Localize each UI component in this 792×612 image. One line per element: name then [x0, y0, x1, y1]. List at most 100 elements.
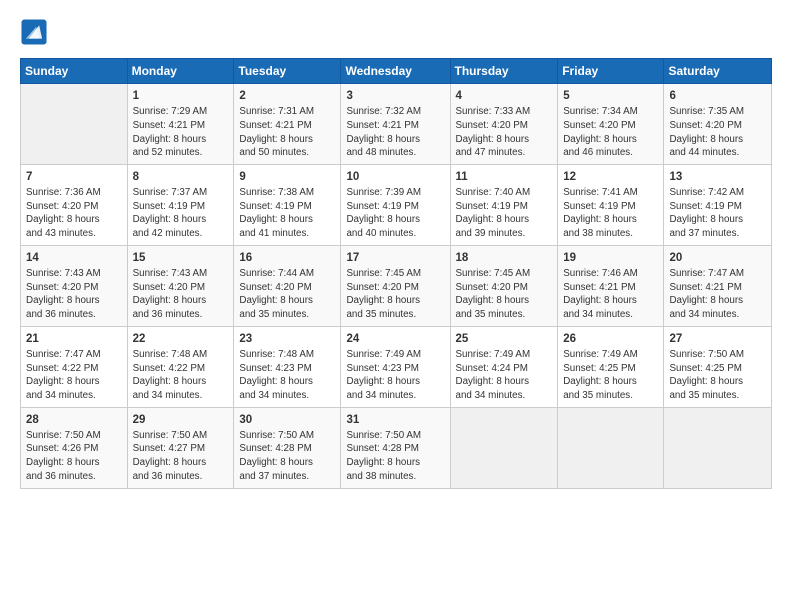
calendar-cell: 14Sunrise: 7:43 AM Sunset: 4:20 PM Dayli…	[21, 245, 128, 326]
calendar-cell: 11Sunrise: 7:40 AM Sunset: 4:19 PM Dayli…	[450, 164, 558, 245]
day-number: 17	[346, 250, 444, 266]
day-info: Sunrise: 7:32 AM Sunset: 4:21 PM Dayligh…	[346, 105, 444, 160]
day-info: Sunrise: 7:45 AM Sunset: 4:20 PM Dayligh…	[346, 267, 444, 322]
calendar-cell: 20Sunrise: 7:47 AM Sunset: 4:21 PM Dayli…	[664, 245, 772, 326]
weekday-header-row: SundayMondayTuesdayWednesdayThursdayFrid…	[21, 59, 772, 84]
day-number: 14	[26, 250, 122, 266]
day-info: Sunrise: 7:39 AM Sunset: 4:19 PM Dayligh…	[346, 186, 444, 241]
calendar-cell: 30Sunrise: 7:50 AM Sunset: 4:28 PM Dayli…	[234, 407, 341, 488]
day-info: Sunrise: 7:43 AM Sunset: 4:20 PM Dayligh…	[26, 267, 122, 322]
weekday-header: Monday	[127, 59, 234, 84]
day-info: Sunrise: 7:41 AM Sunset: 4:19 PM Dayligh…	[563, 186, 658, 241]
day-number: 19	[563, 250, 658, 266]
weekday-header: Wednesday	[341, 59, 450, 84]
calendar-cell: 25Sunrise: 7:49 AM Sunset: 4:24 PM Dayli…	[450, 326, 558, 407]
day-info: Sunrise: 7:50 AM Sunset: 4:26 PM Dayligh…	[26, 429, 122, 484]
calendar-cell: 19Sunrise: 7:46 AM Sunset: 4:21 PM Dayli…	[558, 245, 664, 326]
calendar-week-row: 1Sunrise: 7:29 AM Sunset: 4:21 PM Daylig…	[21, 84, 772, 165]
day-info: Sunrise: 7:49 AM Sunset: 4:23 PM Dayligh…	[346, 348, 444, 403]
calendar-cell: 18Sunrise: 7:45 AM Sunset: 4:20 PM Dayli…	[450, 245, 558, 326]
day-number: 25	[456, 331, 553, 347]
calendar-cell: 26Sunrise: 7:49 AM Sunset: 4:25 PM Dayli…	[558, 326, 664, 407]
logo-icon	[20, 18, 48, 46]
day-info: Sunrise: 7:38 AM Sunset: 4:19 PM Dayligh…	[239, 186, 335, 241]
calendar-cell: 5Sunrise: 7:34 AM Sunset: 4:20 PM Daylig…	[558, 84, 664, 165]
calendar-cell: 12Sunrise: 7:41 AM Sunset: 4:19 PM Dayli…	[558, 164, 664, 245]
calendar-body: 1Sunrise: 7:29 AM Sunset: 4:21 PM Daylig…	[21, 84, 772, 489]
day-info: Sunrise: 7:37 AM Sunset: 4:19 PM Dayligh…	[133, 186, 229, 241]
calendar-cell: 15Sunrise: 7:43 AM Sunset: 4:20 PM Dayli…	[127, 245, 234, 326]
calendar-cell: 23Sunrise: 7:48 AM Sunset: 4:23 PM Dayli…	[234, 326, 341, 407]
calendar-week-row: 7Sunrise: 7:36 AM Sunset: 4:20 PM Daylig…	[21, 164, 772, 245]
day-number: 10	[346, 169, 444, 185]
day-number: 5	[563, 88, 658, 104]
calendar-cell	[664, 407, 772, 488]
day-number: 30	[239, 412, 335, 428]
calendar-cell: 3Sunrise: 7:32 AM Sunset: 4:21 PM Daylig…	[341, 84, 450, 165]
calendar-cell: 21Sunrise: 7:47 AM Sunset: 4:22 PM Dayli…	[21, 326, 128, 407]
calendar-cell: 10Sunrise: 7:39 AM Sunset: 4:19 PM Dayli…	[341, 164, 450, 245]
day-number: 1	[133, 88, 229, 104]
day-number: 28	[26, 412, 122, 428]
day-number: 16	[239, 250, 335, 266]
calendar-cell: 1Sunrise: 7:29 AM Sunset: 4:21 PM Daylig…	[127, 84, 234, 165]
day-number: 13	[669, 169, 766, 185]
day-number: 23	[239, 331, 335, 347]
weekday-header: Sunday	[21, 59, 128, 84]
calendar-cell: 4Sunrise: 7:33 AM Sunset: 4:20 PM Daylig…	[450, 84, 558, 165]
day-number: 12	[563, 169, 658, 185]
day-info: Sunrise: 7:33 AM Sunset: 4:20 PM Dayligh…	[456, 105, 553, 160]
calendar-cell: 22Sunrise: 7:48 AM Sunset: 4:22 PM Dayli…	[127, 326, 234, 407]
calendar-header: SundayMondayTuesdayWednesdayThursdayFrid…	[21, 59, 772, 84]
day-info: Sunrise: 7:34 AM Sunset: 4:20 PM Dayligh…	[563, 105, 658, 160]
day-info: Sunrise: 7:31 AM Sunset: 4:21 PM Dayligh…	[239, 105, 335, 160]
day-info: Sunrise: 7:50 AM Sunset: 4:27 PM Dayligh…	[133, 429, 229, 484]
calendar-cell	[21, 84, 128, 165]
calendar-cell: 13Sunrise: 7:42 AM Sunset: 4:19 PM Dayli…	[664, 164, 772, 245]
day-info: Sunrise: 7:50 AM Sunset: 4:28 PM Dayligh…	[239, 429, 335, 484]
day-info: Sunrise: 7:48 AM Sunset: 4:22 PM Dayligh…	[133, 348, 229, 403]
calendar-cell: 8Sunrise: 7:37 AM Sunset: 4:19 PM Daylig…	[127, 164, 234, 245]
calendar-cell: 9Sunrise: 7:38 AM Sunset: 4:19 PM Daylig…	[234, 164, 341, 245]
day-info: Sunrise: 7:49 AM Sunset: 4:25 PM Dayligh…	[563, 348, 658, 403]
calendar-week-row: 21Sunrise: 7:47 AM Sunset: 4:22 PM Dayli…	[21, 326, 772, 407]
day-number: 11	[456, 169, 553, 185]
calendar-week-row: 28Sunrise: 7:50 AM Sunset: 4:26 PM Dayli…	[21, 407, 772, 488]
day-number: 22	[133, 331, 229, 347]
day-number: 21	[26, 331, 122, 347]
day-number: 3	[346, 88, 444, 104]
day-info: Sunrise: 7:42 AM Sunset: 4:19 PM Dayligh…	[669, 186, 766, 241]
weekday-header: Thursday	[450, 59, 558, 84]
day-number: 29	[133, 412, 229, 428]
calendar-cell	[558, 407, 664, 488]
day-number: 4	[456, 88, 553, 104]
day-number: 15	[133, 250, 229, 266]
calendar-cell: 24Sunrise: 7:49 AM Sunset: 4:23 PM Dayli…	[341, 326, 450, 407]
calendar-cell: 16Sunrise: 7:44 AM Sunset: 4:20 PM Dayli…	[234, 245, 341, 326]
day-info: Sunrise: 7:47 AM Sunset: 4:21 PM Dayligh…	[669, 267, 766, 322]
calendar-cell: 28Sunrise: 7:50 AM Sunset: 4:26 PM Dayli…	[21, 407, 128, 488]
calendar-cell: 7Sunrise: 7:36 AM Sunset: 4:20 PM Daylig…	[21, 164, 128, 245]
calendar-cell: 27Sunrise: 7:50 AM Sunset: 4:25 PM Dayli…	[664, 326, 772, 407]
day-info: Sunrise: 7:40 AM Sunset: 4:19 PM Dayligh…	[456, 186, 553, 241]
day-info: Sunrise: 7:46 AM Sunset: 4:21 PM Dayligh…	[563, 267, 658, 322]
calendar-cell: 6Sunrise: 7:35 AM Sunset: 4:20 PM Daylig…	[664, 84, 772, 165]
page: SundayMondayTuesdayWednesdayThursdayFrid…	[0, 0, 792, 612]
day-info: Sunrise: 7:49 AM Sunset: 4:24 PM Dayligh…	[456, 348, 553, 403]
header	[20, 18, 772, 46]
calendar-cell	[450, 407, 558, 488]
day-info: Sunrise: 7:45 AM Sunset: 4:20 PM Dayligh…	[456, 267, 553, 322]
weekday-header: Tuesday	[234, 59, 341, 84]
day-number: 24	[346, 331, 444, 347]
calendar-cell: 29Sunrise: 7:50 AM Sunset: 4:27 PM Dayli…	[127, 407, 234, 488]
calendar-week-row: 14Sunrise: 7:43 AM Sunset: 4:20 PM Dayli…	[21, 245, 772, 326]
day-number: 8	[133, 169, 229, 185]
calendar-table: SundayMondayTuesdayWednesdayThursdayFrid…	[20, 58, 772, 489]
weekday-header: Friday	[558, 59, 664, 84]
day-number: 6	[669, 88, 766, 104]
calendar-cell: 2Sunrise: 7:31 AM Sunset: 4:21 PM Daylig…	[234, 84, 341, 165]
day-number: 2	[239, 88, 335, 104]
day-number: 20	[669, 250, 766, 266]
day-info: Sunrise: 7:50 AM Sunset: 4:25 PM Dayligh…	[669, 348, 766, 403]
logo	[20, 18, 52, 46]
